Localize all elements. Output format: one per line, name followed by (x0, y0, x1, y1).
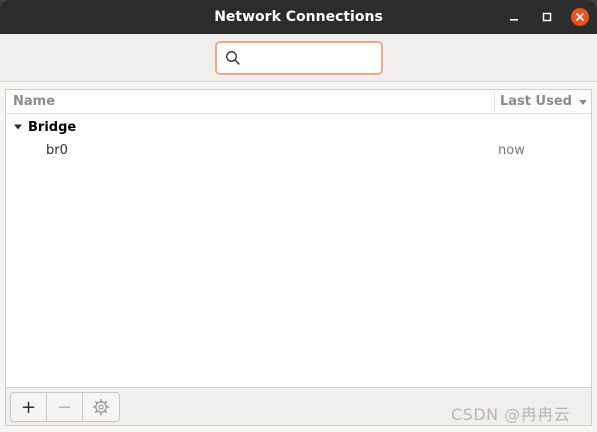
connection-name: br0 (46, 143, 68, 158)
group-label: Bridge (28, 119, 77, 135)
connections-list: Name Last Used Bridge br0 now + − (5, 89, 592, 426)
add-connection-button[interactable]: + (11, 393, 47, 421)
sort-descending-icon (578, 99, 587, 105)
remove-connection-button[interactable]: − (47, 393, 83, 421)
column-header-last-used[interactable]: Last Used (500, 90, 588, 113)
search-bar (0, 34, 597, 82)
maximize-icon (542, 12, 552, 22)
triangle-down-icon[interactable] (13, 122, 23, 132)
list-header: Name Last Used (6, 90, 591, 114)
column-header-last-used-label: Last Used (500, 94, 572, 109)
column-divider (494, 92, 495, 111)
search-input[interactable] (247, 46, 375, 70)
minimize-button[interactable] (505, 8, 523, 26)
group-row-bridge[interactable]: Bridge (6, 115, 591, 139)
close-button[interactable] (571, 8, 589, 26)
network-connections-window: Network Connections Name Last Used Bridg… (0, 0, 597, 432)
edit-connection-button[interactable] (83, 393, 119, 421)
toolbar-button-group: + − (10, 392, 120, 422)
gear-icon (92, 398, 110, 416)
maximize-button[interactable] (538, 8, 556, 26)
title-bar: Network Connections (0, 0, 597, 34)
column-header-name[interactable]: Name (13, 90, 55, 113)
search-field[interactable] (215, 41, 383, 75)
minimize-icon (510, 19, 518, 21)
watermark-text: CSDN @冉冉云 (451, 405, 571, 424)
close-icon (576, 13, 584, 21)
search-icon (226, 51, 240, 65)
connection-row-br0[interactable]: br0 now (6, 139, 591, 163)
connection-last-used: now (498, 143, 525, 158)
